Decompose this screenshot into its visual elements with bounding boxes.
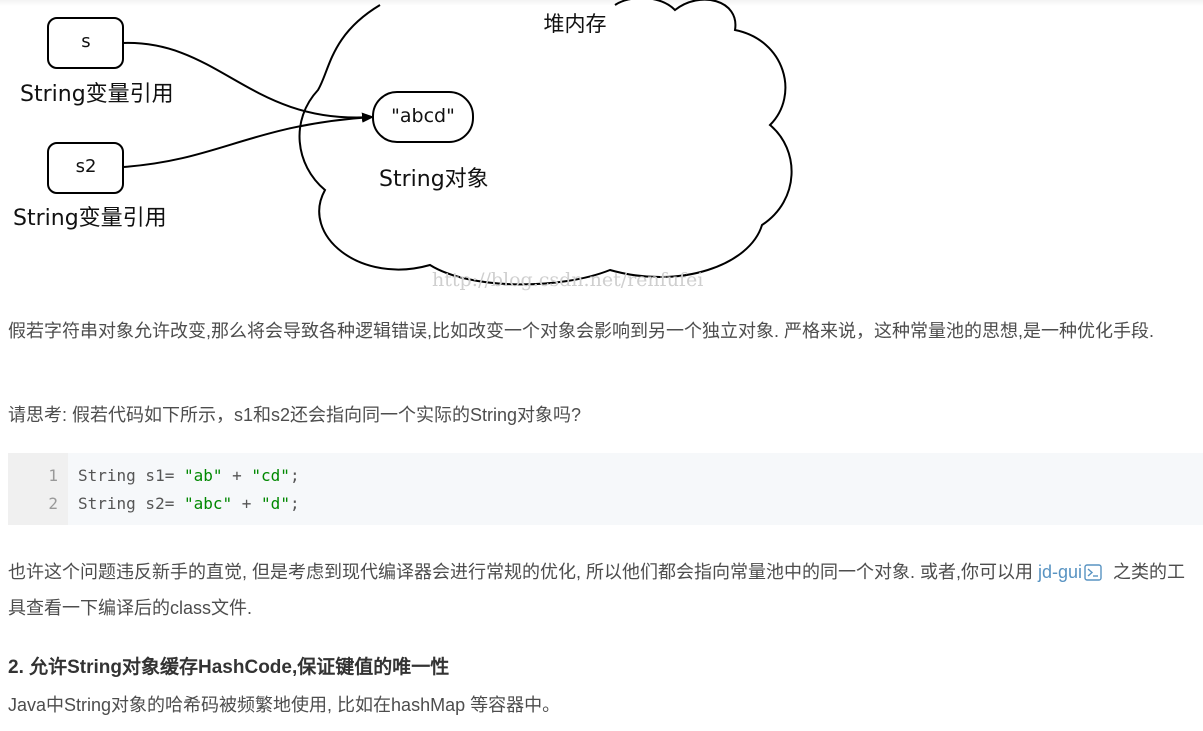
var-s2-label: String变量引用 — [13, 206, 167, 231]
string-object-text: "abcd" — [391, 105, 455, 127]
line-number: 1 — [48, 466, 58, 485]
paragraph-hashcode: Java中String对象的哈希码被频繁地使用, 比如在hashMap 等容器中… — [8, 695, 561, 715]
code-text: ; — [289, 466, 300, 485]
paragraph-text: 也许这个问题违反新手的直觉, 但是考虑到现代编译器会进行常规的优化, 所以他们都… — [8, 562, 1039, 582]
code-text: String s1= — [78, 466, 184, 485]
code-line: String s1= "ab" + "cd"; — [78, 466, 300, 485]
jd-gui-link[interactable]: jd-gui — [1038, 562, 1082, 582]
paragraph-mutability: 假若字符串对象允许改变,那么将会导致各种逻辑错误,比如改变一个对象会影响到另一个… — [8, 321, 1154, 341]
code-text: + — [222, 466, 252, 485]
string-literal: "d" — [261, 494, 290, 513]
code-text: + — [232, 494, 262, 513]
var-s-label: String变量引用 — [20, 82, 174, 107]
code-line: String s2= "abc" + "d"; — [78, 494, 300, 513]
string-object-label: String对象 — [379, 167, 489, 192]
watermark: http://blog.csdn.net/renfufei — [432, 269, 703, 291]
external-link-icon[interactable] — [1084, 559, 1102, 592]
var-s-text: s — [81, 31, 90, 52]
paragraph-compiler: 也许这个问题违反新手的直觉, 但是考虑到现代编译器会进行常规的优化, 所以他们都… — [8, 556, 1198, 625]
section-heading: 2. 允许String对象缓存HashCode,保证键值的唯一性 — [8, 657, 450, 678]
string-literal: "abc" — [183, 494, 233, 513]
code-block: 1 2 String s1= "ab" + "cd"; String s2= "… — [8, 453, 1203, 525]
paragraph-question: 请思考: 假若代码如下所示，s1和s2还会指向同一个实际的String对象吗? — [8, 405, 582, 425]
code-gutter: 1 2 — [8, 453, 68, 525]
string-pool-diagram: 堆内存 s String变量引用 s2 String变量引用 "abcd" St… — [13, 0, 793, 291]
var-s2-text: s2 — [76, 156, 97, 177]
heap-label: 堆内存 — [544, 12, 607, 36]
code-text: ; — [289, 494, 300, 513]
string-literal: "cd" — [251, 466, 290, 485]
code-text: String s2= — [78, 494, 184, 513]
heap-cloud — [298, 0, 793, 286]
line-number: 2 — [48, 494, 58, 513]
string-literal: "ab" — [183, 466, 223, 485]
